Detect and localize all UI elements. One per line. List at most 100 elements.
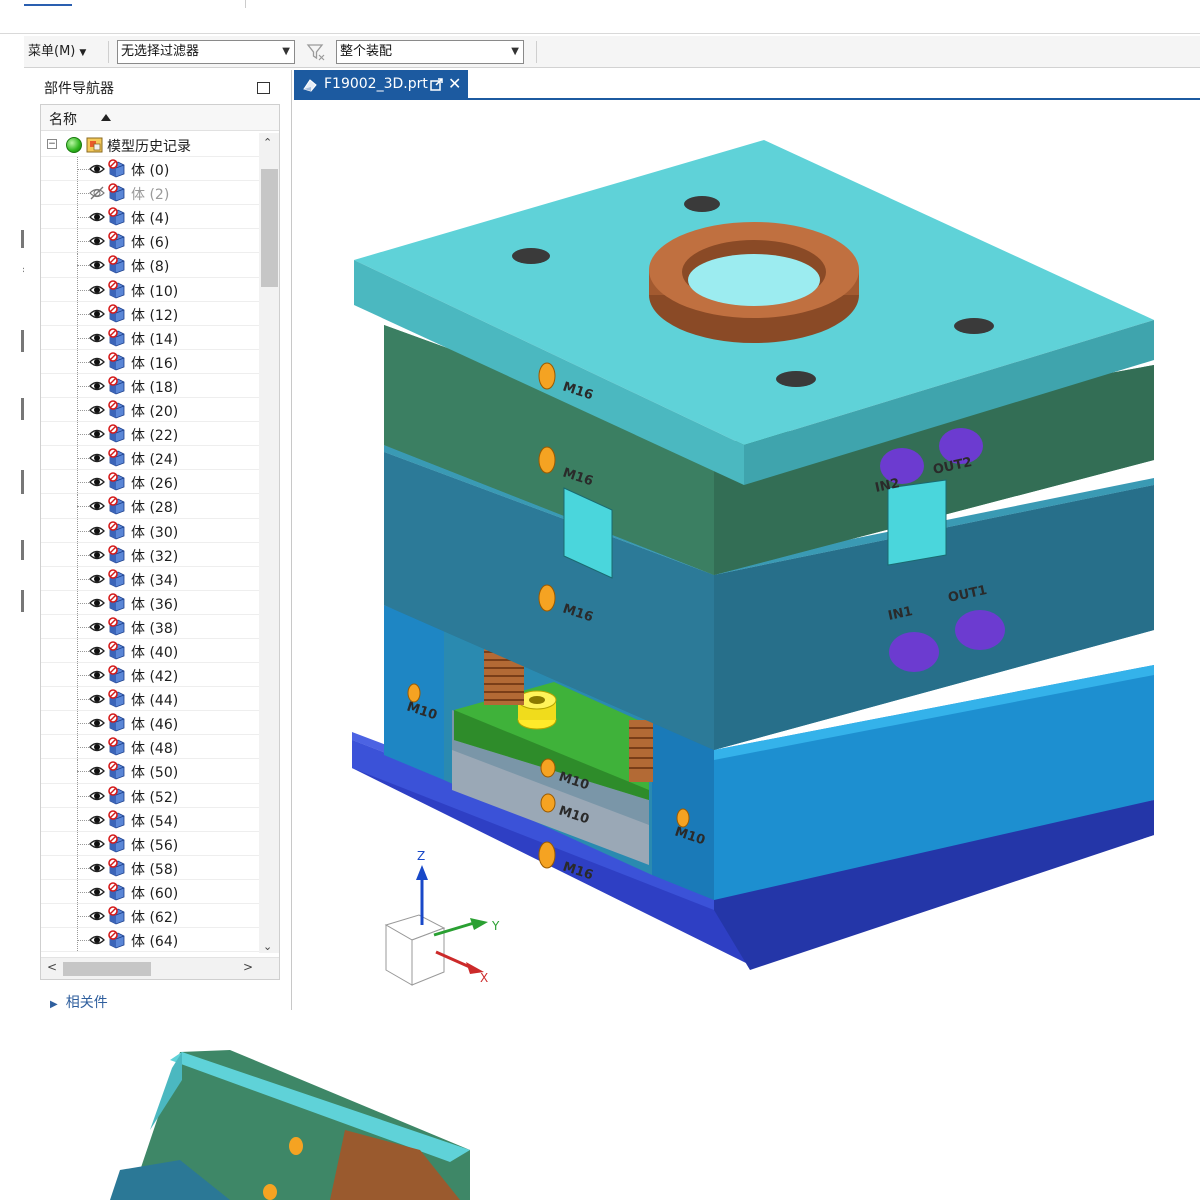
eye-hidden-icon[interactable] xyxy=(89,186,105,200)
tree-node-body[interactable]: 体 (24) xyxy=(41,446,259,471)
tree-node-body[interactable]: 体 (10) xyxy=(41,277,259,302)
tree-node-body[interactable]: 体 (0) xyxy=(41,157,259,182)
tree-node-body[interactable]: 体 (2) xyxy=(41,181,259,206)
tree-node-body[interactable]: 体 (36) xyxy=(41,590,259,615)
eye-visible-icon[interactable] xyxy=(89,572,105,586)
eye-visible-icon[interactable] xyxy=(89,403,105,417)
tree-node-body[interactable]: 体 (22) xyxy=(41,422,259,447)
menu-button[interactable]: 菜单(M) ▼ xyxy=(28,42,86,62)
tree-node-label: 体 (34) xyxy=(131,572,179,589)
tree-node-body[interactable]: 体 (18) xyxy=(41,373,259,399)
tree-node-body[interactable]: 体 (34) xyxy=(41,566,259,591)
graphics-viewport[interactable]: M16 M16 M16 M16 M10 M10 M10 M10 IN1 OUT1… xyxy=(294,100,1200,1010)
maximize-icon[interactable] xyxy=(257,82,270,94)
eye-visible-icon[interactable] xyxy=(89,764,105,778)
tree-node-body[interactable]: 体 (42) xyxy=(41,663,259,688)
menu-caret-icon: ▼ xyxy=(79,48,87,58)
eye-visible-icon[interactable] xyxy=(89,837,105,851)
eye-visible-icon[interactable] xyxy=(89,475,105,489)
eye-visible-icon[interactable] xyxy=(89,789,105,803)
eye-visible-icon[interactable] xyxy=(89,885,105,899)
eye-visible-icon[interactable] xyxy=(89,644,105,658)
type-filter-select[interactable]: 无选择过滤器 ▼ xyxy=(117,40,295,64)
eye-visible-icon[interactable] xyxy=(89,427,105,441)
tree-node-body[interactable]: 体 (6) xyxy=(41,229,259,254)
popout-icon[interactable] xyxy=(430,78,443,91)
eye-visible-icon[interactable] xyxy=(89,162,105,176)
scrollbar-thumb[interactable] xyxy=(63,962,151,976)
tree-node-body[interactable]: 体 (30) xyxy=(41,518,259,543)
eye-visible-icon[interactable] xyxy=(89,355,105,369)
scroll-left-icon[interactable]: < xyxy=(47,960,57,974)
tree-node-body[interactable]: 体 (4) xyxy=(41,205,259,230)
scrollbar-thumb[interactable] xyxy=(261,169,278,287)
tree-node-body[interactable]: 体 (46) xyxy=(41,711,259,736)
eye-visible-icon[interactable] xyxy=(89,548,105,562)
eye-visible-icon[interactable] xyxy=(89,499,105,513)
close-icon[interactable]: ✕ xyxy=(448,74,461,93)
tree-node-label: 体 (44) xyxy=(131,693,179,710)
eye-visible-icon[interactable] xyxy=(89,283,105,297)
tree-node-body[interactable]: 体 (56) xyxy=(41,831,259,856)
eye-visible-icon[interactable] xyxy=(89,740,105,754)
eye-visible-icon[interactable] xyxy=(89,210,105,224)
tree-node-label: 体 (58) xyxy=(131,861,179,878)
tree-node-body[interactable]: 体 (54) xyxy=(41,807,259,832)
tree-node-body[interactable]: 体 (32) xyxy=(41,542,259,567)
scroll-down-icon[interactable]: ⌄ xyxy=(263,940,272,953)
eye-visible-icon[interactable] xyxy=(89,668,105,682)
view-triad[interactable]: Z Y X xyxy=(384,849,500,986)
scope-select[interactable]: 整个装配 ▼ xyxy=(336,40,524,64)
eye-visible-icon[interactable] xyxy=(89,620,105,634)
eye-visible-icon[interactable] xyxy=(89,716,105,730)
tree-node-body[interactable]: 体 (26) xyxy=(41,470,259,495)
eye-visible-icon[interactable] xyxy=(89,861,105,875)
tree-node-body[interactable]: 体 (52) xyxy=(41,783,259,808)
mold-assembly-render[interactable]: M16 M16 M16 M16 M10 M10 M10 M10 IN1 OUT1… xyxy=(294,100,1200,1010)
tree-node-body[interactable]: 体 (16) xyxy=(41,349,259,374)
scroll-right-icon[interactable]: > xyxy=(243,960,253,974)
tree-node-body[interactable]: 体 (60) xyxy=(41,879,259,904)
scroll-up-icon[interactable]: ⌃ xyxy=(263,136,272,149)
tree-node-body[interactable]: 体 (20) xyxy=(41,398,259,423)
tree-node-label: 体 (2) xyxy=(131,187,170,204)
tree-node-body[interactable]: 体 (64) xyxy=(41,928,259,953)
tree-node-label: 体 (12) xyxy=(131,307,179,324)
tree-node-label: 体 (52) xyxy=(131,789,179,806)
tree-node-body[interactable]: 体 (62) xyxy=(41,904,259,929)
tree-node-body[interactable]: 体 (40) xyxy=(41,638,259,664)
vertical-scrollbar[interactable]: ⌃ ⌄ xyxy=(259,133,279,953)
collapse-icon[interactable]: − xyxy=(47,139,57,149)
tree-node-body[interactable]: 体 (58) xyxy=(41,855,259,880)
eye-visible-icon[interactable] xyxy=(89,933,105,947)
filter-icon[interactable] xyxy=(306,42,326,62)
eye-visible-icon[interactable] xyxy=(89,331,105,345)
related-section-toggle[interactable]: ▶ 相关件 xyxy=(50,992,108,1012)
tree-node-body[interactable]: 体 (12) xyxy=(41,301,259,326)
eye-visible-icon[interactable] xyxy=(89,596,105,610)
tree-node-model-history[interactable]: − 模型历史记录 xyxy=(41,133,259,158)
tree-column-header[interactable]: 名称 xyxy=(41,105,279,131)
tree-node-label: 体 (8) xyxy=(131,259,170,276)
eye-visible-icon[interactable] xyxy=(89,451,105,465)
eye-visible-icon[interactable] xyxy=(89,909,105,923)
eye-visible-icon[interactable] xyxy=(89,692,105,706)
eye-visible-icon[interactable] xyxy=(89,379,105,393)
tree-node-body[interactable]: 体 (14) xyxy=(41,325,259,350)
tree-node-body[interactable]: 体 (50) xyxy=(41,759,259,784)
eye-visible-icon[interactable] xyxy=(89,234,105,248)
eye-visible-icon[interactable] xyxy=(89,307,105,321)
tree-node-body[interactable]: 体 (28) xyxy=(41,494,259,519)
sort-ascending-icon[interactable] xyxy=(101,114,111,121)
tree-node-body[interactable]: 体 (48) xyxy=(41,735,259,760)
tree-node-body[interactable]: 体 (44) xyxy=(41,687,259,712)
eye-visible-icon[interactable] xyxy=(89,258,105,272)
tree-node-body[interactable]: 体 (38) xyxy=(41,614,259,639)
eye-visible-icon[interactable] xyxy=(89,813,105,827)
column-name-label: 名称 xyxy=(49,112,77,128)
eye-visible-icon[interactable] xyxy=(89,524,105,538)
tree-guide-line xyxy=(77,699,89,701)
horizontal-scrollbar[interactable]: < > xyxy=(41,957,279,979)
tab-part-file[interactable]: F19002_3D.prt ✕ xyxy=(294,70,468,100)
tree-node-body[interactable]: 体 (8) xyxy=(41,253,259,278)
